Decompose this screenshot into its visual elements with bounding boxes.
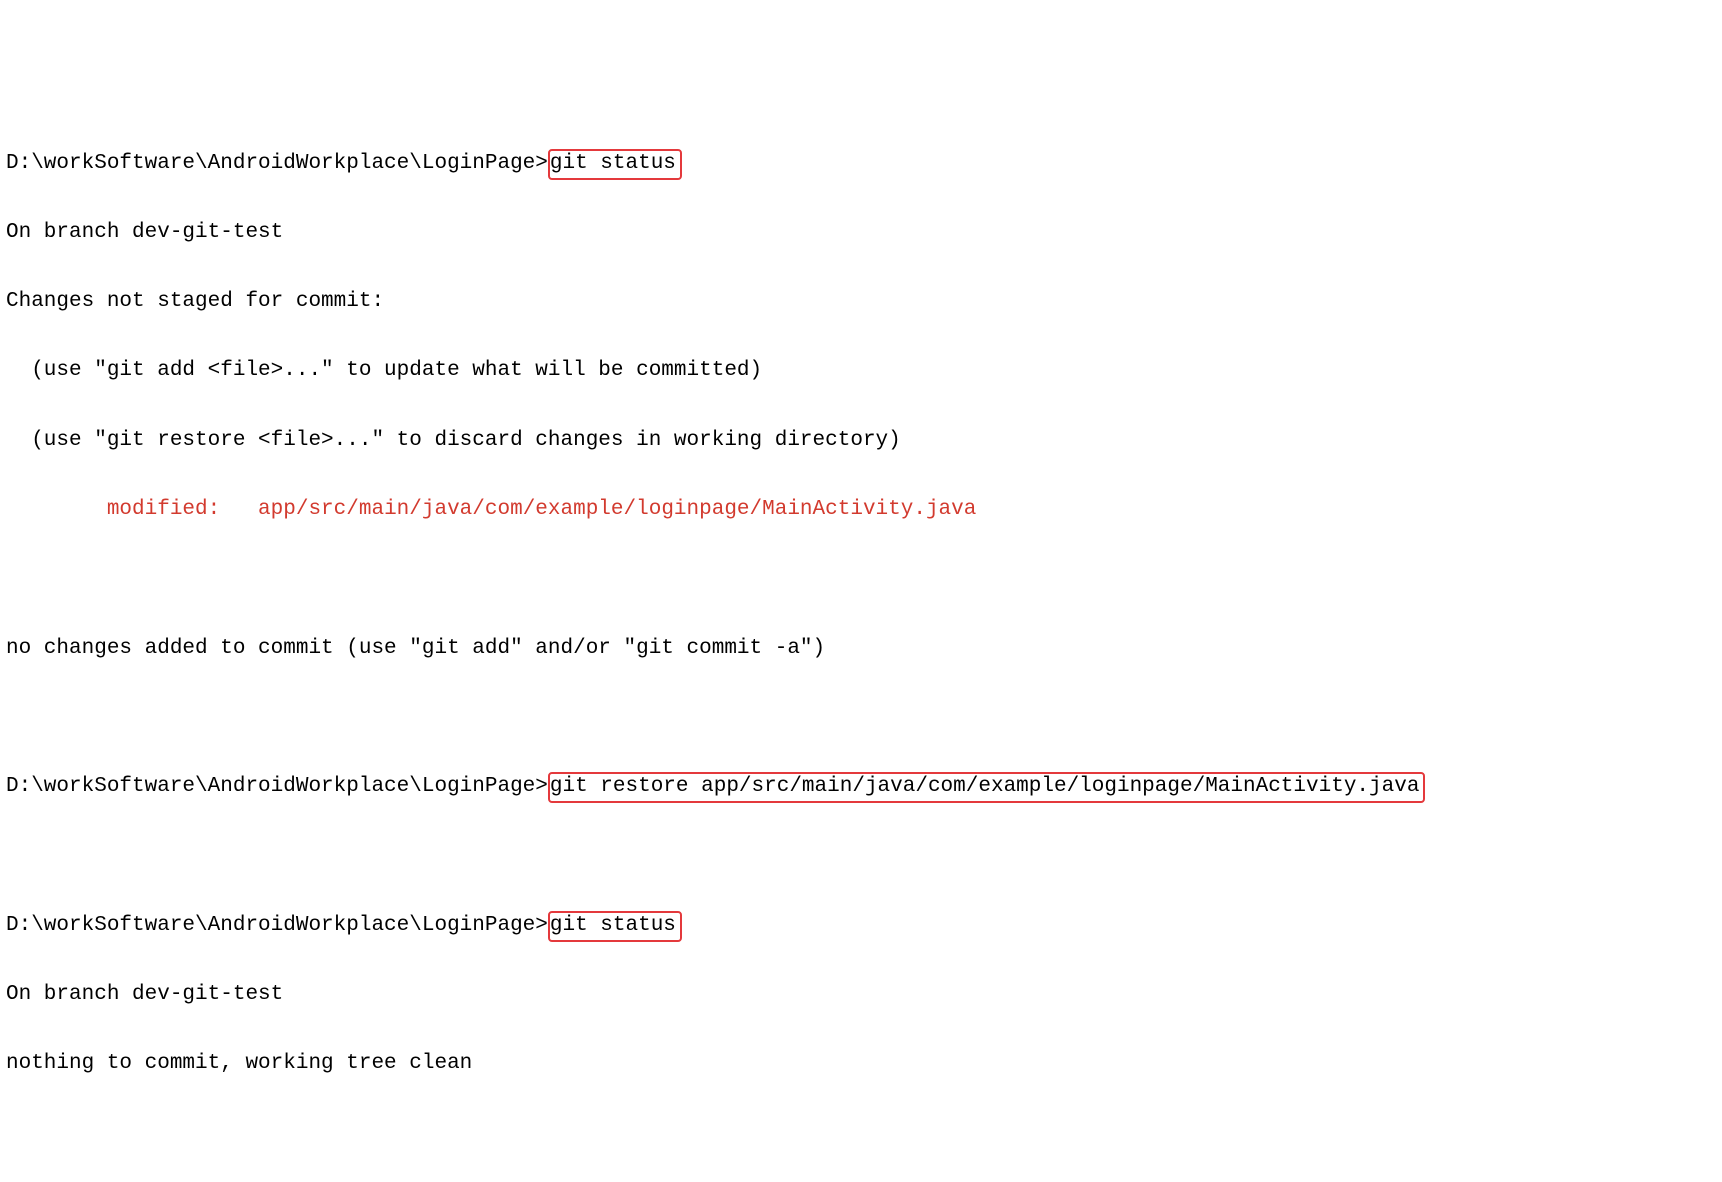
blank-line (6, 562, 1716, 597)
command-text[interactable]: git status (550, 914, 676, 937)
output-line: On branch dev-git-test (6, 978, 1716, 1013)
blank-line (6, 839, 1716, 874)
terminal-line: D:\workSoftware\AndroidWorkplace\LoginPa… (6, 909, 1716, 944)
modified-file-line: modified: app/src/main/java/com/example/… (6, 493, 1716, 528)
output-line: On branch dev-git-test (6, 216, 1716, 251)
blank-line (6, 701, 1716, 736)
terminal-line: D:\workSoftware\AndroidWorkplace\LoginPa… (6, 147, 1716, 182)
modified-label: modified: (6, 498, 258, 521)
output-line: Changes not staged for commit: (6, 285, 1716, 320)
terminal-line: D:\workSoftware\AndroidWorkplace\LoginPa… (6, 770, 1716, 805)
prompt-path: D:\workSoftware\AndroidWorkplace\LoginPa… (6, 152, 548, 175)
command-highlight-box: git status (548, 911, 682, 942)
output-line: (use "git restore <file>..." to discard … (6, 424, 1716, 459)
prompt-path: D:\workSoftware\AndroidWorkplace\LoginPa… (6, 914, 548, 937)
command-text[interactable]: git restore app/src/main/java/com/exampl… (550, 775, 1420, 798)
output-line: no changes added to commit (use "git add… (6, 632, 1716, 667)
output-line: (use "git add <file>..." to update what … (6, 354, 1716, 389)
prompt-path: D:\workSoftware\AndroidWorkplace\LoginPa… (6, 775, 548, 798)
command-highlight-box: git restore app/src/main/java/com/exampl… (548, 772, 1426, 803)
command-text[interactable]: git status (550, 152, 676, 175)
output-line: nothing to commit, working tree clean (6, 1047, 1716, 1082)
modified-file-path: app/src/main/java/com/example/loginpage/… (258, 498, 976, 521)
command-highlight-box: git status (548, 149, 682, 180)
